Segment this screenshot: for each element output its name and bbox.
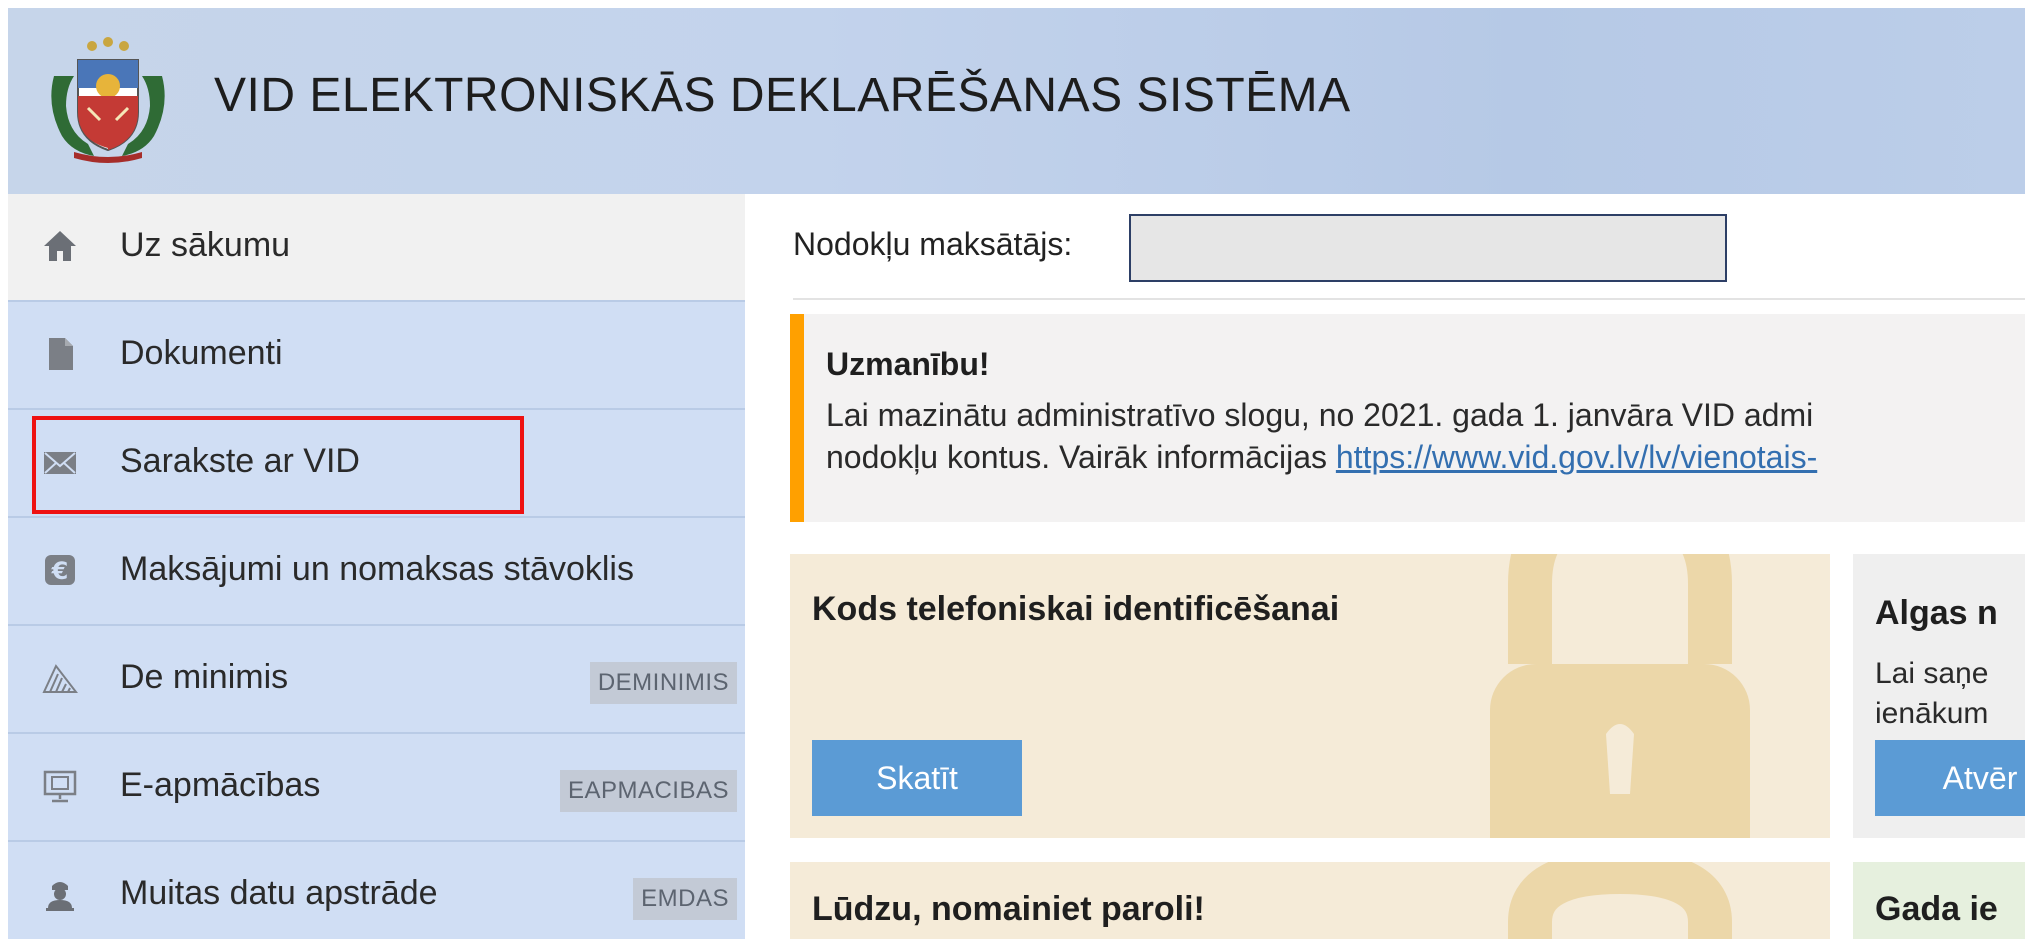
card-text-line-1: Lai saņe xyxy=(1875,657,1989,690)
sidebar-item-label: E-apmācības xyxy=(120,766,321,804)
card-annual: Gada ie xyxy=(1853,862,2025,939)
taxpayer-field[interactable] xyxy=(1129,214,1727,282)
sidebar-item-documents[interactable]: Dokumenti xyxy=(8,302,745,410)
card-title: Gada ie xyxy=(1875,890,1998,928)
alert-text: Lai mazinātu administratīvo slogu, no 20… xyxy=(826,394,2025,478)
alert-line-1: Lai mazinātu administratīvo slogu, no 20… xyxy=(826,397,1814,433)
card-title: Lūdzu, nomainiet paroli! xyxy=(812,890,1205,928)
card-salary: Algas n Lai saņe ienākum Atvēr xyxy=(1853,554,2025,838)
lock-icon xyxy=(1508,862,1732,939)
card-text-line-2: ienākum xyxy=(1875,697,1989,730)
view-button[interactable]: Skatīt xyxy=(812,740,1022,816)
page-header: VID ELEKTRONISKĀS DEKLARĒŠANAS SISTĒMA xyxy=(8,8,2025,196)
alert-line-2: nodokļu kontus. Vairāk informācijas xyxy=(826,439,1336,475)
shortcut-badge: EMDAS xyxy=(633,878,737,920)
highlight-annotation xyxy=(32,416,524,514)
sidebar-item-de-minimis[interactable]: De minimis DEMINIMIS xyxy=(8,626,745,734)
alert-link[interactable]: https://www.vid.gov.lv/lv/vienotais- xyxy=(1336,439,1817,475)
main-content: Nodokļu maksātājs: Uzmanību! Lai mazināt… xyxy=(745,194,2025,939)
sidebar-item-label: Uz sākumu xyxy=(120,226,291,264)
customs-officer-icon xyxy=(42,876,78,912)
monitor-icon xyxy=(42,768,78,804)
taxpayer-label: Nodokļu maksātājs: xyxy=(793,226,1073,262)
latvia-coat-of-arms-icon[interactable] xyxy=(44,36,172,164)
alert-banner: Uzmanību! Lai mazinātu administratīvo sl… xyxy=(790,314,2025,522)
document-icon xyxy=(42,336,78,372)
lock-icon xyxy=(1490,554,1750,838)
shortcut-badge: DEMINIMIS xyxy=(589,662,737,704)
card-title: Kods telefoniskai identificēšanai xyxy=(812,590,1340,628)
system-title: VID ELEKTRONISKĀS DEKLARĒŠANAS SISTĒMA xyxy=(214,69,1351,122)
svg-text:€: € xyxy=(51,557,69,585)
divider xyxy=(793,298,2025,300)
sidebar-item-label: Dokumenti xyxy=(120,334,283,372)
sidebar-item-e-learning[interactable]: E-apmācības EAPMACIBAS xyxy=(8,734,745,842)
alert-title: Uzmanību! xyxy=(826,346,990,382)
open-button[interactable]: Atvēr xyxy=(1875,740,2025,816)
triangle-stack-icon xyxy=(42,660,78,696)
shortcut-badge: EAPMACIBAS xyxy=(559,770,737,812)
card-password: Lūdzu, nomainiet paroli! xyxy=(790,862,1830,939)
sidebar-item-customs[interactable]: Muitas datu apstrāde EMDAS xyxy=(8,842,745,948)
euro-icon: € xyxy=(42,552,78,588)
home-icon xyxy=(42,228,78,264)
sidebar-item-home[interactable]: Uz sākumu xyxy=(8,194,745,302)
sidebar-item-payments[interactable]: € Maksājumi un nomaksas stāvoklis xyxy=(8,518,745,626)
sidebar-item-label: Muitas datu apstrāde xyxy=(120,874,438,912)
card-title: Algas n xyxy=(1875,594,1998,632)
card-phone-code: Kods telefoniskai identificēšanai Skatīt xyxy=(790,554,1830,838)
sidebar-nav: Uz sākumu Dokumenti Sarakste ar VID € Ma… xyxy=(8,194,745,939)
sidebar-item-label: De minimis xyxy=(120,658,289,696)
sidebar-item-label: Maksājumi un nomaksas stāvoklis xyxy=(120,550,634,588)
